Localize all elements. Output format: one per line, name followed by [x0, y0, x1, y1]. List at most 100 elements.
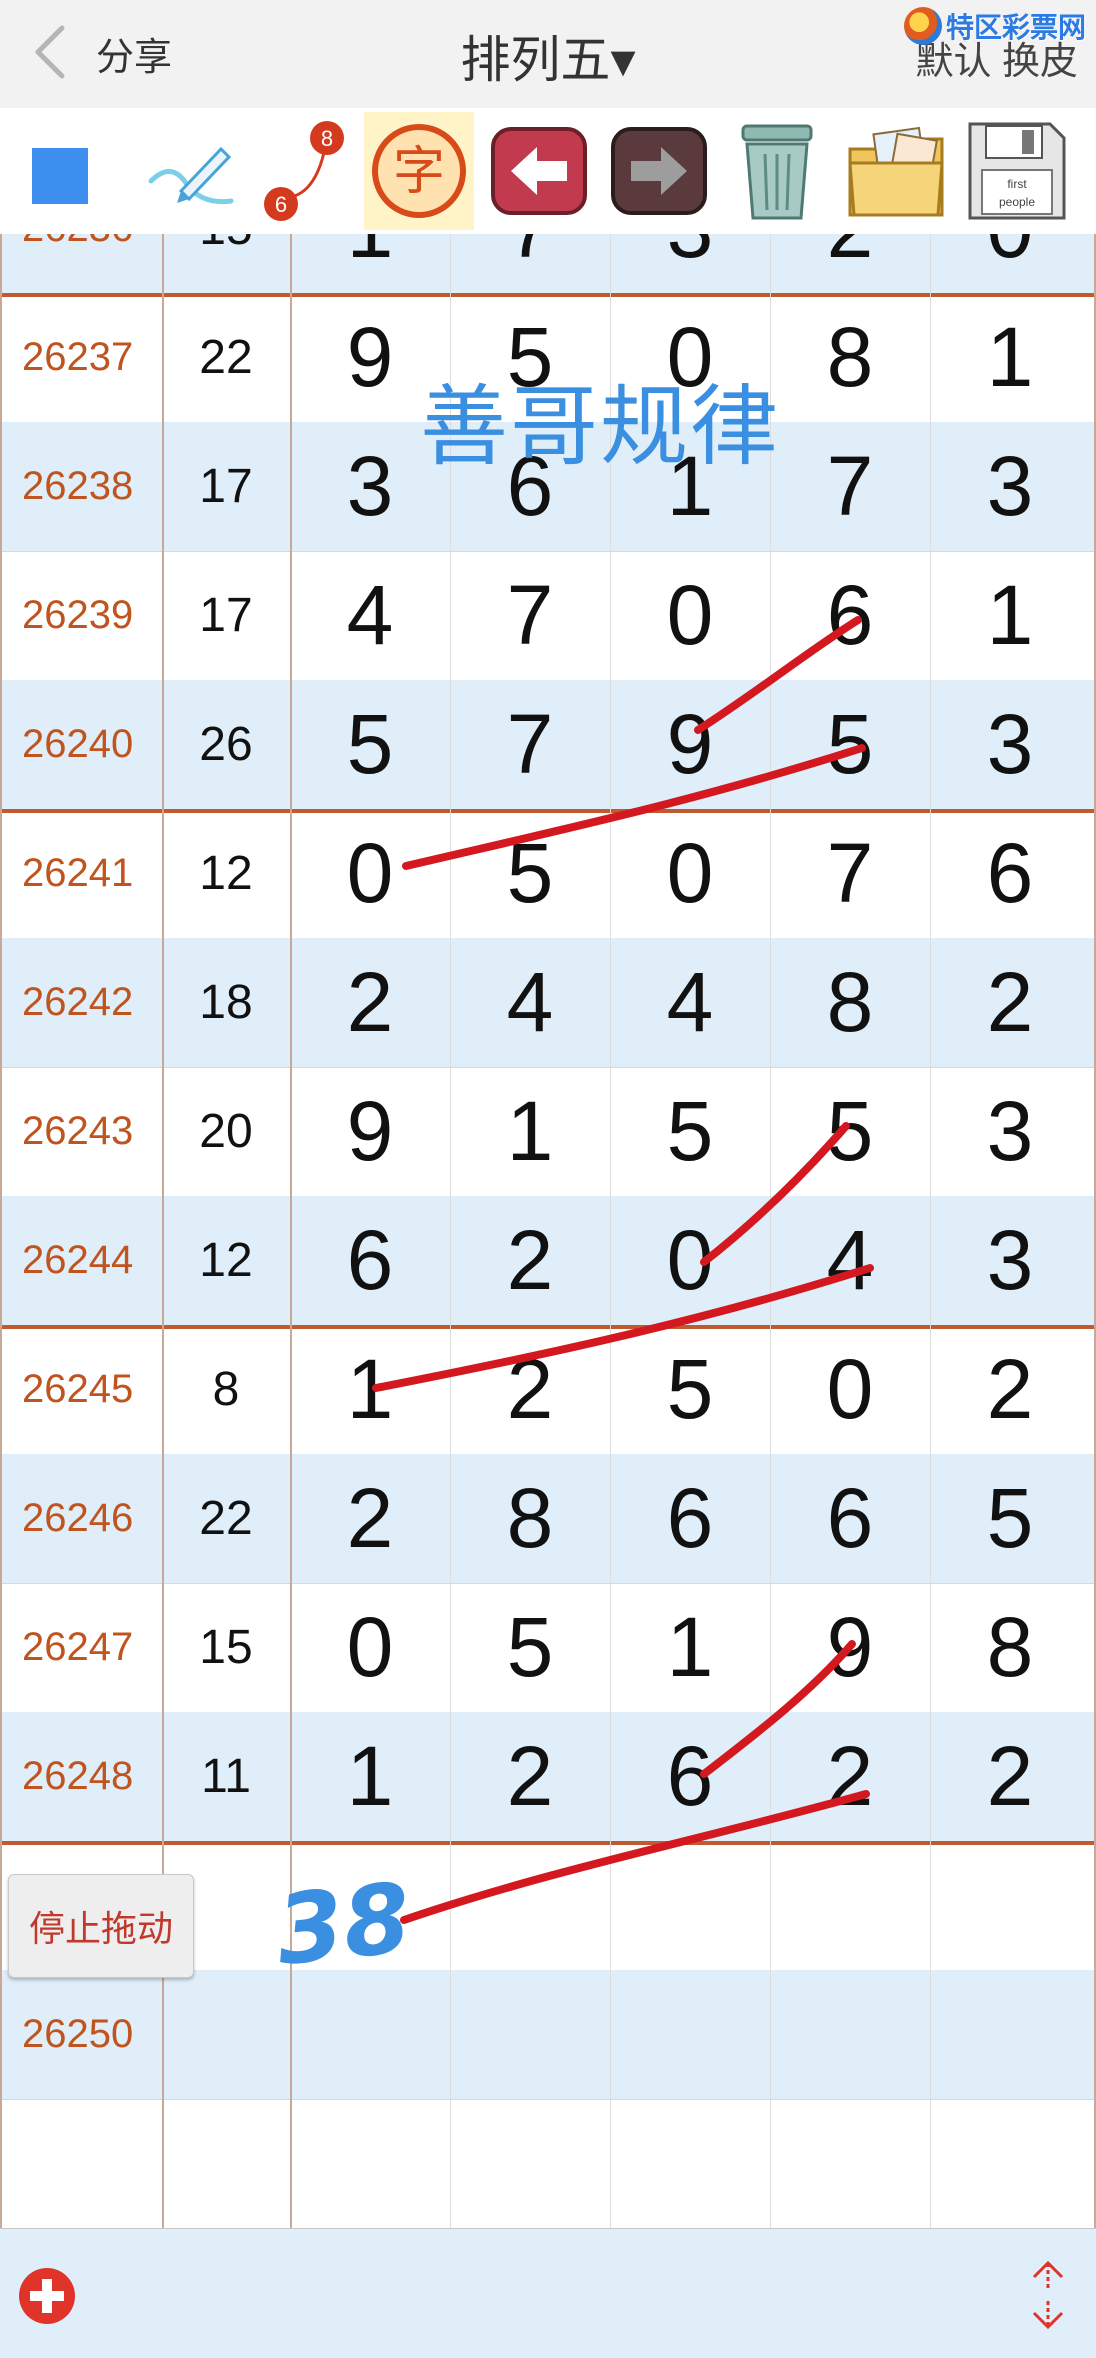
digit-cell[interactable]: 9: [290, 293, 450, 422]
digit-cell[interactable]: 1: [290, 1712, 450, 1841]
digit-cell[interactable]: 6: [610, 1454, 770, 1583]
text-char-icon: 字: [372, 124, 466, 218]
digit-cell[interactable]: 4: [450, 938, 610, 1067]
digit-cell[interactable]: 4: [290, 551, 450, 680]
trash-button[interactable]: [722, 116, 832, 226]
digit-cell[interactable]: 6: [610, 1712, 770, 1841]
plus-circle-icon[interactable]: [16, 2265, 78, 2327]
digit-cell[interactable]: 3: [610, 234, 770, 293]
digit-cell[interactable]: 3: [930, 1196, 1090, 1325]
digit-cell[interactable]: [450, 1841, 610, 1970]
digit-cell[interactable]: 7: [450, 680, 610, 809]
digit-cell[interactable]: 5: [610, 1325, 770, 1454]
digit-cell[interactable]: 6: [930, 809, 1090, 938]
digit-cell[interactable]: 1: [290, 1325, 450, 1454]
title-dropdown-icon[interactable]: ▾: [610, 32, 635, 88]
digit-cell[interactable]: [930, 1841, 1090, 1970]
issue-number: 26245: [22, 1367, 134, 1411]
digit-cell[interactable]: 1: [290, 234, 450, 293]
digit-cell[interactable]: 2: [290, 1454, 450, 1583]
issue-number: 26238: [22, 464, 134, 508]
digit-cell[interactable]: 6: [770, 551, 930, 680]
redo-button[interactable]: [604, 116, 714, 226]
table-row: 26244 12 6 2 0 4 3: [0, 1196, 1096, 1329]
digit-cell[interactable]: 0: [930, 234, 1090, 293]
digit-cell[interactable]: 2: [450, 1196, 610, 1325]
digit-cell[interactable]: 6: [450, 422, 610, 551]
share-button[interactable]: 分享: [96, 26, 172, 81]
digit-cell[interactable]: 9: [770, 1583, 930, 1712]
digit-cell[interactable]: 1: [450, 1067, 610, 1196]
digit-cell[interactable]: 2: [930, 1325, 1090, 1454]
digit-cell[interactable]: 0: [290, 1583, 450, 1712]
digit-cell[interactable]: 0: [770, 1325, 930, 1454]
gallery-button[interactable]: [842, 116, 952, 226]
column-divider: [0, 234, 2, 2228]
back-chevron-icon[interactable]: [30, 22, 70, 82]
digit-cell[interactable]: 7: [450, 551, 610, 680]
digit-cell[interactable]: 2: [290, 938, 450, 1067]
digit-cell[interactable]: 6: [770, 1454, 930, 1583]
digit-cell[interactable]: 3: [930, 680, 1090, 809]
digit-cell[interactable]: 2: [930, 1712, 1090, 1841]
drawing-toolbar: 8 6 字 first people: [0, 108, 1096, 235]
digit-cell[interactable]: 4: [770, 1196, 930, 1325]
digit-cell[interactable]: [770, 1841, 930, 1970]
sum-value: 22: [199, 331, 253, 384]
square-tool-button[interactable]: [6, 116, 116, 226]
up-down-arrows-icon[interactable]: [1026, 2259, 1070, 2331]
digit-cell[interactable]: 2: [770, 234, 930, 293]
digit-cell[interactable]: 3: [930, 1067, 1090, 1196]
stop-drag-button[interactable]: 停止拖动: [8, 1874, 194, 1978]
save-button[interactable]: first people: [962, 116, 1072, 226]
digit-cell[interactable]: 5: [930, 1454, 1090, 1583]
digit-cell[interactable]: 5: [450, 809, 610, 938]
digit-cell[interactable]: [770, 1970, 930, 2099]
digit-cell[interactable]: [610, 1970, 770, 2099]
digit-cell[interactable]: 0: [610, 293, 770, 422]
connect-line-tool-button[interactable]: 8 6: [250, 116, 360, 226]
digit-cell[interactable]: 7: [770, 809, 930, 938]
digit-cell[interactable]: 2: [770, 1712, 930, 1841]
digit-cell[interactable]: 1: [610, 422, 770, 551]
digit-cell[interactable]: 3: [290, 422, 450, 551]
digit-cell[interactable]: [290, 1970, 450, 2099]
digit-cell[interactable]: 8: [930, 1583, 1090, 1712]
digit-cell[interactable]: 9: [610, 680, 770, 809]
text-tool-button[interactable]: 字: [364, 112, 474, 230]
digit-cell[interactable]: 0: [610, 551, 770, 680]
digit-cell[interactable]: 5: [450, 293, 610, 422]
digit-cell[interactable]: 5: [290, 680, 450, 809]
digit-cell[interactable]: 3: [930, 422, 1090, 551]
pen-tool-button[interactable]: [136, 116, 246, 226]
digit-cell[interactable]: 2: [450, 1712, 610, 1841]
digit-cell[interactable]: 5: [610, 1067, 770, 1196]
digit-cell[interactable]: 4: [610, 938, 770, 1067]
digit-cell[interactable]: 5: [450, 1583, 610, 1712]
bottom-bar: [0, 2228, 1096, 2358]
digit-cell[interactable]: 9: [290, 1067, 450, 1196]
digit-cell[interactable]: 1: [930, 551, 1090, 680]
digit-cell[interactable]: [450, 1970, 610, 2099]
undo-button[interactable]: [484, 116, 594, 226]
digit-cell[interactable]: 1: [930, 293, 1090, 422]
digit-cell[interactable]: 8: [770, 938, 930, 1067]
digit-cell[interactable]: 5: [770, 680, 930, 809]
digit-cell[interactable]: 2: [450, 1325, 610, 1454]
digit-cell[interactable]: 7: [770, 422, 930, 551]
digit-cell[interactable]: 8: [450, 1454, 610, 1583]
digit-cell[interactable]: 6: [290, 1196, 450, 1325]
digit-cell[interactable]: 1: [610, 1583, 770, 1712]
digit-cell[interactable]: 0: [610, 1196, 770, 1325]
digit-cell[interactable]: [610, 1841, 770, 1970]
digit-cell[interactable]: [930, 1970, 1090, 2099]
digit-cell[interactable]: 0: [610, 809, 770, 938]
digit-cell[interactable]: 5: [770, 1067, 930, 1196]
sum-value: 20: [199, 1105, 253, 1158]
digit-cell[interactable]: 8: [770, 293, 930, 422]
digit-cell[interactable]: 0: [290, 809, 450, 938]
digit-cell[interactable]: 2: [930, 938, 1090, 1067]
digit-cell[interactable]: [290, 1841, 450, 1970]
digit-cell[interactable]: 7: [450, 234, 610, 293]
gallery-icon: [848, 126, 944, 217]
